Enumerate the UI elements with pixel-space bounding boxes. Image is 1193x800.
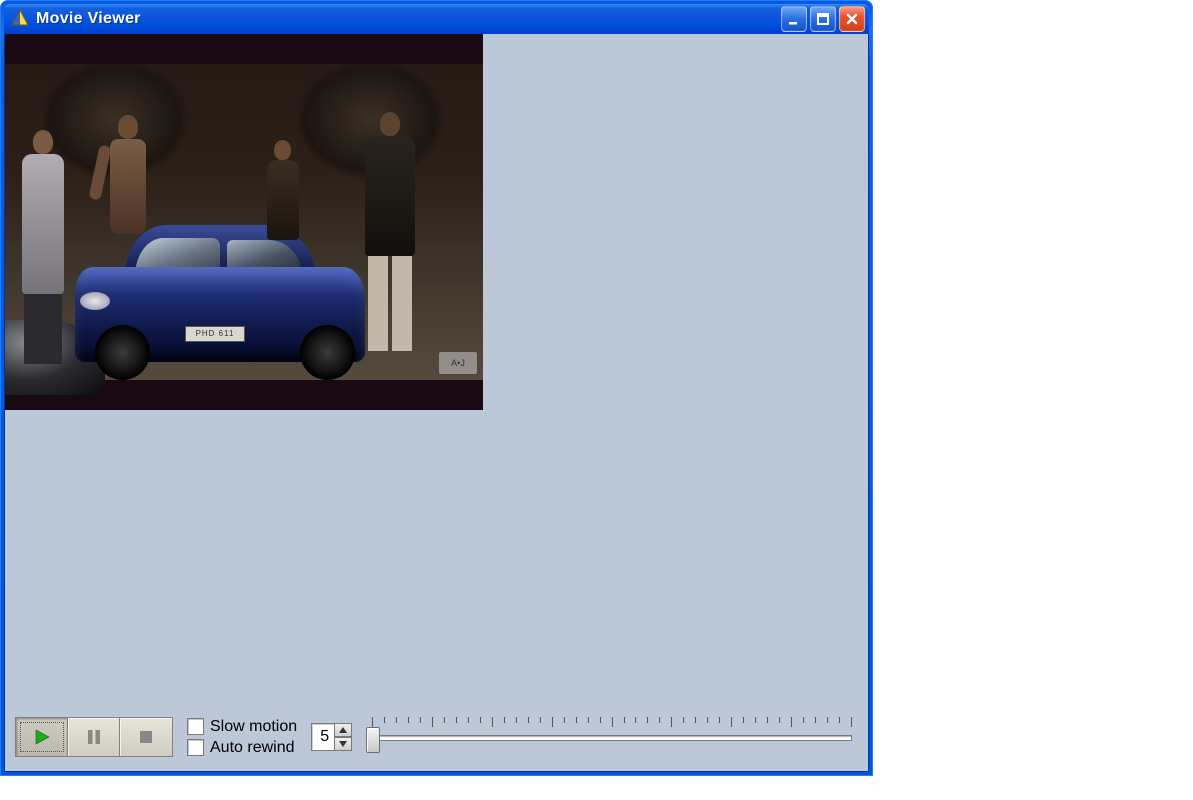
slow-motion-checkbox[interactable] — [187, 718, 204, 735]
slider-thumb[interactable] — [366, 727, 380, 753]
playback-buttons — [15, 717, 173, 757]
auto-rewind-label: Auto rewind — [210, 739, 295, 757]
video-watermark: A•J — [439, 352, 477, 374]
slow-motion-row[interactable]: Slow motion — [187, 718, 297, 736]
window-title: Movie Viewer — [36, 10, 781, 28]
controls-bar: Slow motion Auto rewind 5 — [15, 711, 858, 763]
position-slider[interactable] — [366, 717, 858, 757]
window-buttons — [781, 6, 865, 32]
license-plate: PHD 611 — [185, 326, 245, 342]
auto-rewind-checkbox[interactable] — [187, 739, 204, 756]
spinner-value: 5 — [312, 724, 334, 750]
speed-spinner[interactable]: 5 — [311, 723, 352, 751]
video-display[interactable]: PHD 611 A•J — [5, 34, 483, 410]
client-area: PHD 611 A•J — [4, 34, 869, 772]
spinner-up-button[interactable] — [334, 724, 351, 737]
maximize-button[interactable] — [810, 6, 836, 32]
auto-rewind-row[interactable]: Auto rewind — [187, 739, 297, 757]
options-checkboxes: Slow motion Auto rewind — [187, 718, 297, 757]
slider-track[interactable] — [372, 735, 852, 741]
slider-ticks — [372, 717, 852, 727]
minimize-button[interactable] — [781, 6, 807, 32]
pause-button[interactable] — [68, 718, 120, 756]
spinner-down-button[interactable] — [334, 737, 351, 750]
slow-motion-label: Slow motion — [210, 718, 297, 736]
play-button[interactable] — [16, 718, 68, 756]
app-window: Movie Viewer PHD 61 — [0, 0, 873, 776]
stop-button[interactable] — [120, 718, 172, 756]
titlebar[interactable]: Movie Viewer — [4, 4, 869, 34]
close-button[interactable] — [839, 6, 865, 32]
app-icon — [10, 9, 30, 29]
